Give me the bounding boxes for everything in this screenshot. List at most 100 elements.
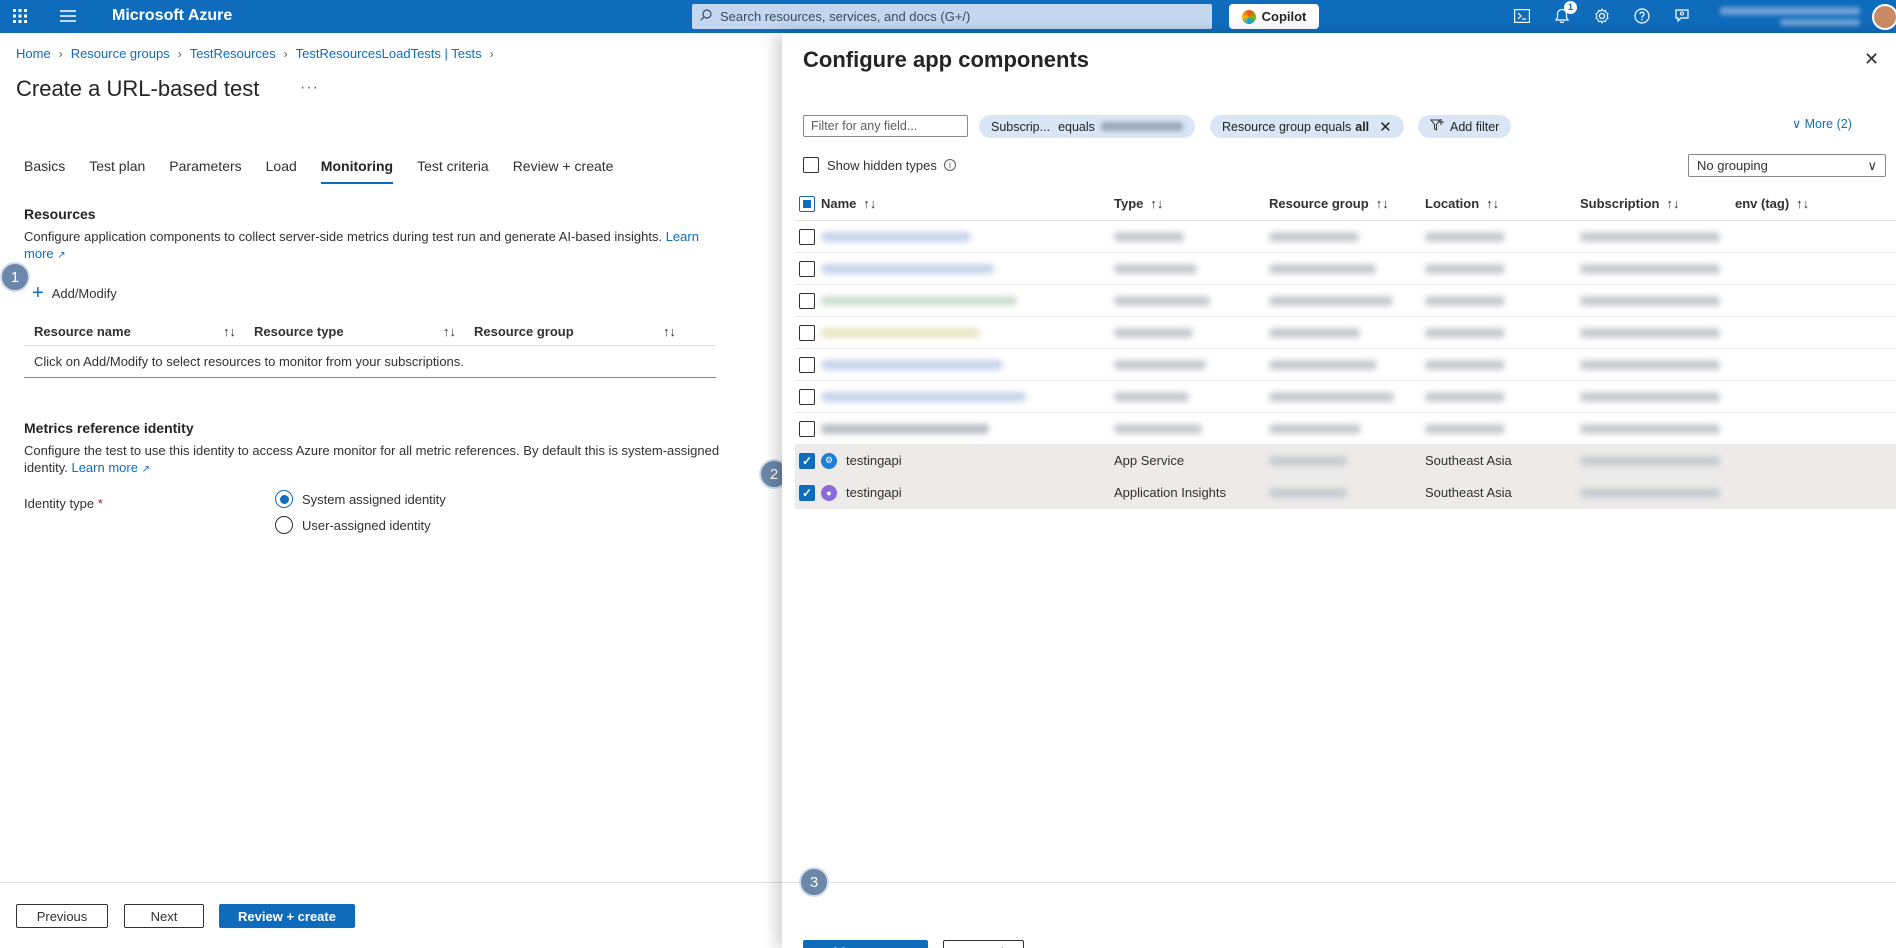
add-modify-button[interactable]: + Add/Modify xyxy=(32,283,117,303)
row-checkbox[interactable] xyxy=(795,253,819,284)
table-row-redacted[interactable] xyxy=(795,413,1896,445)
table-row-redacted[interactable] xyxy=(795,221,1896,253)
next-button[interactable]: Next xyxy=(124,904,204,928)
table-row-redacted[interactable] xyxy=(795,349,1896,381)
learn-more-label: Learn more xyxy=(71,460,138,475)
account-info[interactable] xyxy=(1720,5,1860,29)
grouping-dropdown[interactable]: No grouping ∨ xyxy=(1688,154,1886,177)
table-row[interactable]: ✓ ⚙ testingapi App Service Southeast Asi… xyxy=(795,445,1896,477)
column-location[interactable]: Location ↑↓ xyxy=(1425,187,1499,220)
tab-load[interactable]: Load xyxy=(266,158,297,184)
tab-basics[interactable]: Basics xyxy=(24,158,65,184)
row-checkbox[interactable] xyxy=(795,381,819,412)
notifications-icon[interactable]: 1 xyxy=(1552,1,1577,26)
info-icon[interactable]: i xyxy=(943,159,956,171)
column-resource-type[interactable]: Resource type ↑↓ xyxy=(244,324,464,339)
row-subscription-redacted xyxy=(1580,349,1720,380)
subscription-filter-pill[interactable]: Subscrip... equals xyxy=(979,115,1195,138)
previous-button[interactable]: Previous xyxy=(16,904,108,928)
sort-icon[interactable]: ↑↓ xyxy=(663,324,676,339)
table-row[interactable]: ✓ ● testingapi Application Insights Sout… xyxy=(795,477,1896,509)
sort-icon[interactable]: ↑↓ xyxy=(1150,196,1163,211)
add-filter-button[interactable]: Add filter xyxy=(1418,115,1512,138)
radio-selected-icon[interactable] xyxy=(275,490,293,508)
tab-monitoring[interactable]: Monitoring xyxy=(320,158,394,184)
sort-icon[interactable]: ↑↓ xyxy=(1376,196,1389,211)
sort-icon[interactable]: ↑↓ xyxy=(1796,196,1809,211)
sort-icon[interactable]: ↑↓ xyxy=(1666,196,1679,211)
breadcrumb-load-tests[interactable]: TestResourcesLoadTests | Tests xyxy=(296,46,482,61)
row-location: Southeast Asia xyxy=(1425,485,1512,500)
portal-brand[interactable]: Microsoft Azure xyxy=(112,7,232,25)
sort-icon[interactable]: ↑↓ xyxy=(1486,196,1499,211)
cloud-shell-icon[interactable] xyxy=(1512,6,1532,26)
resource-group-filter-pill[interactable]: Resource group equals all ✕ xyxy=(1210,115,1404,138)
column-resource-group[interactable]: Resource group ↑↓ xyxy=(464,324,684,339)
avatar[interactable] xyxy=(1872,4,1896,30)
add-filter-icon xyxy=(1429,118,1444,135)
sort-icon[interactable]: ↑↓ xyxy=(223,324,236,339)
tab-review-create[interactable]: Review + create xyxy=(513,158,614,184)
more-filters-link[interactable]: ∨ More (2) xyxy=(1792,116,1852,131)
select-all-checkbox[interactable] xyxy=(795,187,819,220)
settings-gear-icon[interactable] xyxy=(1592,6,1612,26)
row-checkbox[interactable] xyxy=(795,285,819,316)
app-launcher-icon[interactable] xyxy=(10,6,30,26)
row-checkbox[interactable]: ✓ xyxy=(795,445,819,476)
breadcrumb-home[interactable]: Home xyxy=(16,46,51,61)
row-resource-group-redacted xyxy=(1269,381,1394,412)
resources-description-text: Configure application components to coll… xyxy=(24,229,663,244)
row-type-redacted xyxy=(1114,253,1197,284)
table-row-redacted[interactable] xyxy=(795,253,1896,285)
row-checkbox[interactable] xyxy=(795,317,819,348)
row-type: App Service xyxy=(1114,453,1185,468)
row-checkbox[interactable] xyxy=(795,221,819,252)
remove-filter-icon[interactable]: ✕ xyxy=(1379,118,1392,136)
radio-user-assigned[interactable]: User-assigned identity xyxy=(275,516,431,534)
help-icon[interactable] xyxy=(1632,6,1652,26)
column-resource-group[interactable]: Resource group ↑↓ xyxy=(1269,187,1389,220)
cancel-button[interactable]: Cancel xyxy=(943,940,1024,948)
grouping-value: No grouping xyxy=(1697,158,1768,173)
tab-parameters[interactable]: Parameters xyxy=(169,158,241,184)
tab-test-plan[interactable]: Test plan xyxy=(89,158,145,184)
chevron-right-icon: › xyxy=(177,46,182,61)
column-type[interactable]: Type ↑↓ xyxy=(1114,187,1163,220)
redacted-account-name xyxy=(1720,7,1860,15)
add-resources-button[interactable]: Add resources xyxy=(803,940,928,948)
row-checkbox[interactable]: ✓ xyxy=(795,477,819,508)
more-options-icon[interactable]: ··· xyxy=(300,79,319,97)
sort-icon[interactable]: ↑↓ xyxy=(443,324,456,339)
close-icon[interactable]: ✕ xyxy=(1864,49,1879,70)
tab-test-criteria[interactable]: Test criteria xyxy=(417,158,489,184)
copilot-button[interactable]: Copilot xyxy=(1229,4,1319,29)
table-row-redacted[interactable] xyxy=(795,317,1896,349)
show-hidden-types-checkbox[interactable]: Show hidden types i xyxy=(803,157,956,173)
feedback-icon[interactable] xyxy=(1672,6,1692,26)
search-icon xyxy=(700,9,712,24)
sort-icon[interactable]: ↑↓ xyxy=(863,196,876,211)
radio-unselected-icon[interactable] xyxy=(275,516,293,534)
column-name[interactable]: Name ↑↓ xyxy=(821,187,876,220)
radio-system-assigned[interactable]: System assigned identity xyxy=(275,490,446,508)
checkbox[interactable] xyxy=(803,157,819,173)
table-row-redacted[interactable] xyxy=(795,381,1896,413)
column-subscription[interactable]: Subscription ↑↓ xyxy=(1580,187,1679,220)
breadcrumb-resource-groups[interactable]: Resource groups xyxy=(71,46,170,61)
notification-count-badge: 1 xyxy=(1564,1,1577,14)
breadcrumb-test-resources[interactable]: TestResources xyxy=(190,46,276,61)
row-checkbox[interactable] xyxy=(795,349,819,380)
table-row-redacted[interactable] xyxy=(795,285,1896,317)
menu-icon[interactable] xyxy=(58,6,78,26)
metrics-learn-more-link[interactable]: Learn more ↗ xyxy=(71,460,150,475)
row-name[interactable]: ● testingapi xyxy=(821,477,902,508)
more-filters-label: More (2) xyxy=(1804,117,1852,131)
column-env-tag[interactable]: env (tag) ↑↓ xyxy=(1735,187,1809,220)
global-search-input[interactable]: Search resources, services, and docs (G+… xyxy=(692,4,1212,29)
review-create-button[interactable]: Review + create xyxy=(219,904,355,928)
row-name[interactable]: ⚙ testingapi xyxy=(821,445,902,476)
row-name-text: testingapi xyxy=(846,453,902,468)
row-checkbox[interactable] xyxy=(795,413,819,444)
filter-input[interactable]: Filter for any field... xyxy=(803,115,968,137)
column-resource-name[interactable]: Resource name ↑↓ xyxy=(24,324,244,339)
